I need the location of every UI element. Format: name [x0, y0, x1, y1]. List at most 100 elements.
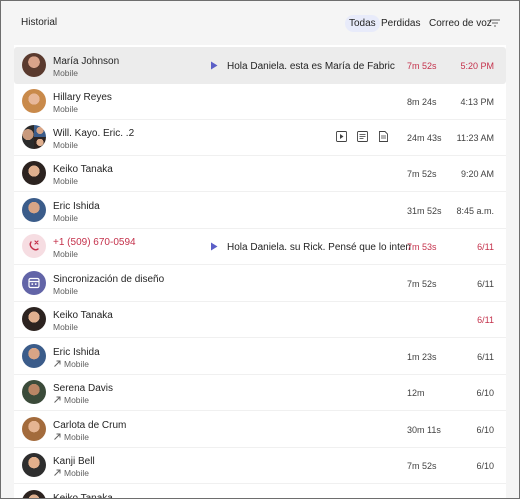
- filter-missed-button[interactable]: Perdidas: [381, 15, 420, 32]
- call-duration: 7m 52s: [407, 169, 437, 179]
- call-source: Mobile: [53, 359, 89, 369]
- call-row[interactable]: Eric Ishida Mobile 1m 23s 6/11: [14, 338, 506, 375]
- call-source-label: Mobile: [53, 286, 79, 296]
- call-duration: 12m: [407, 388, 425, 398]
- call-row[interactable]: María Johnson Mobile Hola Daniela. esta es…: [14, 47, 506, 84]
- call-source-label: Mobile: [53, 104, 79, 114]
- call-time: 6/11: [477, 242, 494, 252]
- call-source-label: Mobile: [64, 432, 90, 442]
- call-row[interactable]: Kanji Bell Mobile 7m 52s 6/10: [14, 447, 506, 484]
- call-source: Mobile: [53, 213, 78, 223]
- call-source-label: Mobile: [64, 395, 90, 405]
- call-source-label: Mobile: [64, 468, 90, 478]
- avatar: [22, 344, 46, 368]
- outgoing-call-arrow-icon: [54, 396, 61, 403]
- call-time: 6/11: [477, 352, 494, 362]
- call-source-label: Mobile: [53, 176, 79, 186]
- call-row[interactable]: Keiko Tanaka: [14, 484, 506, 499]
- notes-icon[interactable]: [378, 131, 389, 142]
- avatar: [22, 453, 46, 477]
- avatar: [22, 380, 46, 404]
- caller-name: Will. Kayo. Eric. .2: [53, 128, 135, 139]
- call-row[interactable]: Hillary Reyes Mobile 8m 24s 4:13 PM: [14, 83, 506, 120]
- call-row[interactable]: +1 (509) 670-0594 Mobile Hola Daniela. su …: [14, 228, 506, 265]
- play-voicemail-icon[interactable]: [210, 61, 218, 70]
- call-source: Mobile: [53, 286, 78, 296]
- call-duration: 31m 52s: [407, 206, 442, 216]
- call-time: 6/11: [477, 315, 494, 325]
- call-source: Mobile: [53, 140, 78, 150]
- call-source-label: Mobile: [53, 213, 79, 223]
- call-duration: 30m 11s: [407, 425, 441, 435]
- calendar-icon: [22, 271, 46, 295]
- caller-name: Kanji Bell: [53, 456, 95, 467]
- call-duration: 7m 52s: [407, 61, 437, 71]
- call-time: 6/10: [476, 388, 494, 398]
- call-time: 6/10: [476, 461, 494, 471]
- call-source-label: Mobile: [53, 322, 79, 332]
- call-source: Mobile: [53, 322, 78, 332]
- play-voicemail-icon[interactable]: [210, 242, 218, 251]
- page-title: Historial: [21, 17, 58, 28]
- call-time: 4:13 PM: [460, 97, 494, 107]
- call-row[interactable]: Carlota de Crum Mobile 30m 11s 6/10: [14, 411, 506, 448]
- voicemail-transcript-preview[interactable]: Hola Daniela. esta es María de Fabric: [227, 61, 411, 72]
- avatar: [22, 161, 46, 185]
- call-row[interactable]: Sincronización de diseño Mobile 7m 52s 6/11: [14, 265, 506, 302]
- avatar: [22, 53, 46, 77]
- call-duration: 8m 24s: [407, 97, 437, 107]
- missed-call-avatar-icon: [22, 234, 46, 258]
- avatar: [22, 198, 46, 222]
- transcript-icon[interactable]: [357, 131, 368, 142]
- call-row[interactable]: Will. Kayo. Eric. .2 Mobile 24m 43s 11:23 A…: [14, 119, 506, 156]
- call-time: 5:20 PM: [460, 61, 494, 71]
- caller-name: Eric Ishida: [53, 347, 100, 358]
- caller-name: Keiko Tanaka: [53, 310, 113, 321]
- avatar: [22, 307, 46, 331]
- call-time: 8:45 a.m.: [456, 206, 494, 216]
- filter-all-button[interactable]: Todas: [345, 15, 380, 32]
- call-source: Mobile: [53, 104, 78, 114]
- outgoing-call-arrow-icon: [54, 360, 61, 367]
- call-row[interactable]: Eric Ishida Mobile 31m 52s 8:45 a.m.: [14, 192, 506, 229]
- call-time: 9:20 AM: [460, 169, 494, 179]
- call-source-label: Mobile: [53, 140, 79, 150]
- avatar: [22, 89, 46, 113]
- call-time: 11:23 AM: [456, 133, 494, 143]
- voicemail-transcript-preview[interactable]: Hola Daniela. su Rick. Pensé que lo inte…: [227, 242, 411, 253]
- call-list: María Johnson Mobile Hola Daniela. esta es…: [14, 45, 506, 499]
- header: Historial Todas Perdidas Correo de voz: [1, 1, 519, 45]
- call-history-window: Historial Todas Perdidas Correo de voz M…: [0, 0, 520, 499]
- caller-name: Keiko Tanaka: [53, 164, 113, 175]
- call-source: Mobile: [53, 249, 78, 259]
- call-time: 6/10: [476, 425, 494, 435]
- call-duration: 1m 23s: [407, 352, 437, 362]
- filter-voicemail-button[interactable]: Correo de voz: [429, 15, 492, 32]
- call-time: 6/11: [477, 279, 494, 289]
- call-source: Mobile: [53, 176, 78, 186]
- call-source-label: Mobile: [64, 359, 90, 369]
- call-duration: 24m 43s: [407, 133, 442, 143]
- call-source: Mobile: [53, 468, 89, 478]
- call-source-label: Mobile: [53, 68, 79, 78]
- call-row[interactable]: Keiko Tanaka Mobile 6/11: [14, 301, 506, 338]
- caller-name: Serena Davis: [53, 383, 114, 394]
- caller-name: Keiko Tanaka: [53, 493, 113, 499]
- caller-name: Eric Ishida: [53, 201, 100, 212]
- caller-name: María Johnson: [53, 56, 120, 67]
- avatar: [22, 417, 46, 441]
- caller-name: Sincronización de diseño: [53, 274, 165, 285]
- call-duration: 7m 52s: [407, 461, 437, 471]
- outgoing-call-arrow-icon: [54, 469, 61, 476]
- outgoing-call-arrow-icon: [54, 433, 61, 440]
- caller-name: Carlota de Crum: [53, 420, 127, 431]
- call-duration: 7m 53s: [407, 242, 437, 252]
- call-source-label: Mobile: [53, 249, 79, 259]
- filter-icon[interactable]: [489, 17, 501, 29]
- call-row[interactable]: Serena Davis Mobile 12m 6/10: [14, 374, 506, 411]
- call-source: Mobile: [53, 68, 78, 78]
- play-icon[interactable]: [336, 131, 347, 142]
- call-row[interactable]: Keiko Tanaka Mobile 7m 52s 9:20 AM: [14, 155, 506, 192]
- call-duration: 7m 52s: [407, 279, 437, 289]
- call-source: Mobile: [53, 395, 89, 405]
